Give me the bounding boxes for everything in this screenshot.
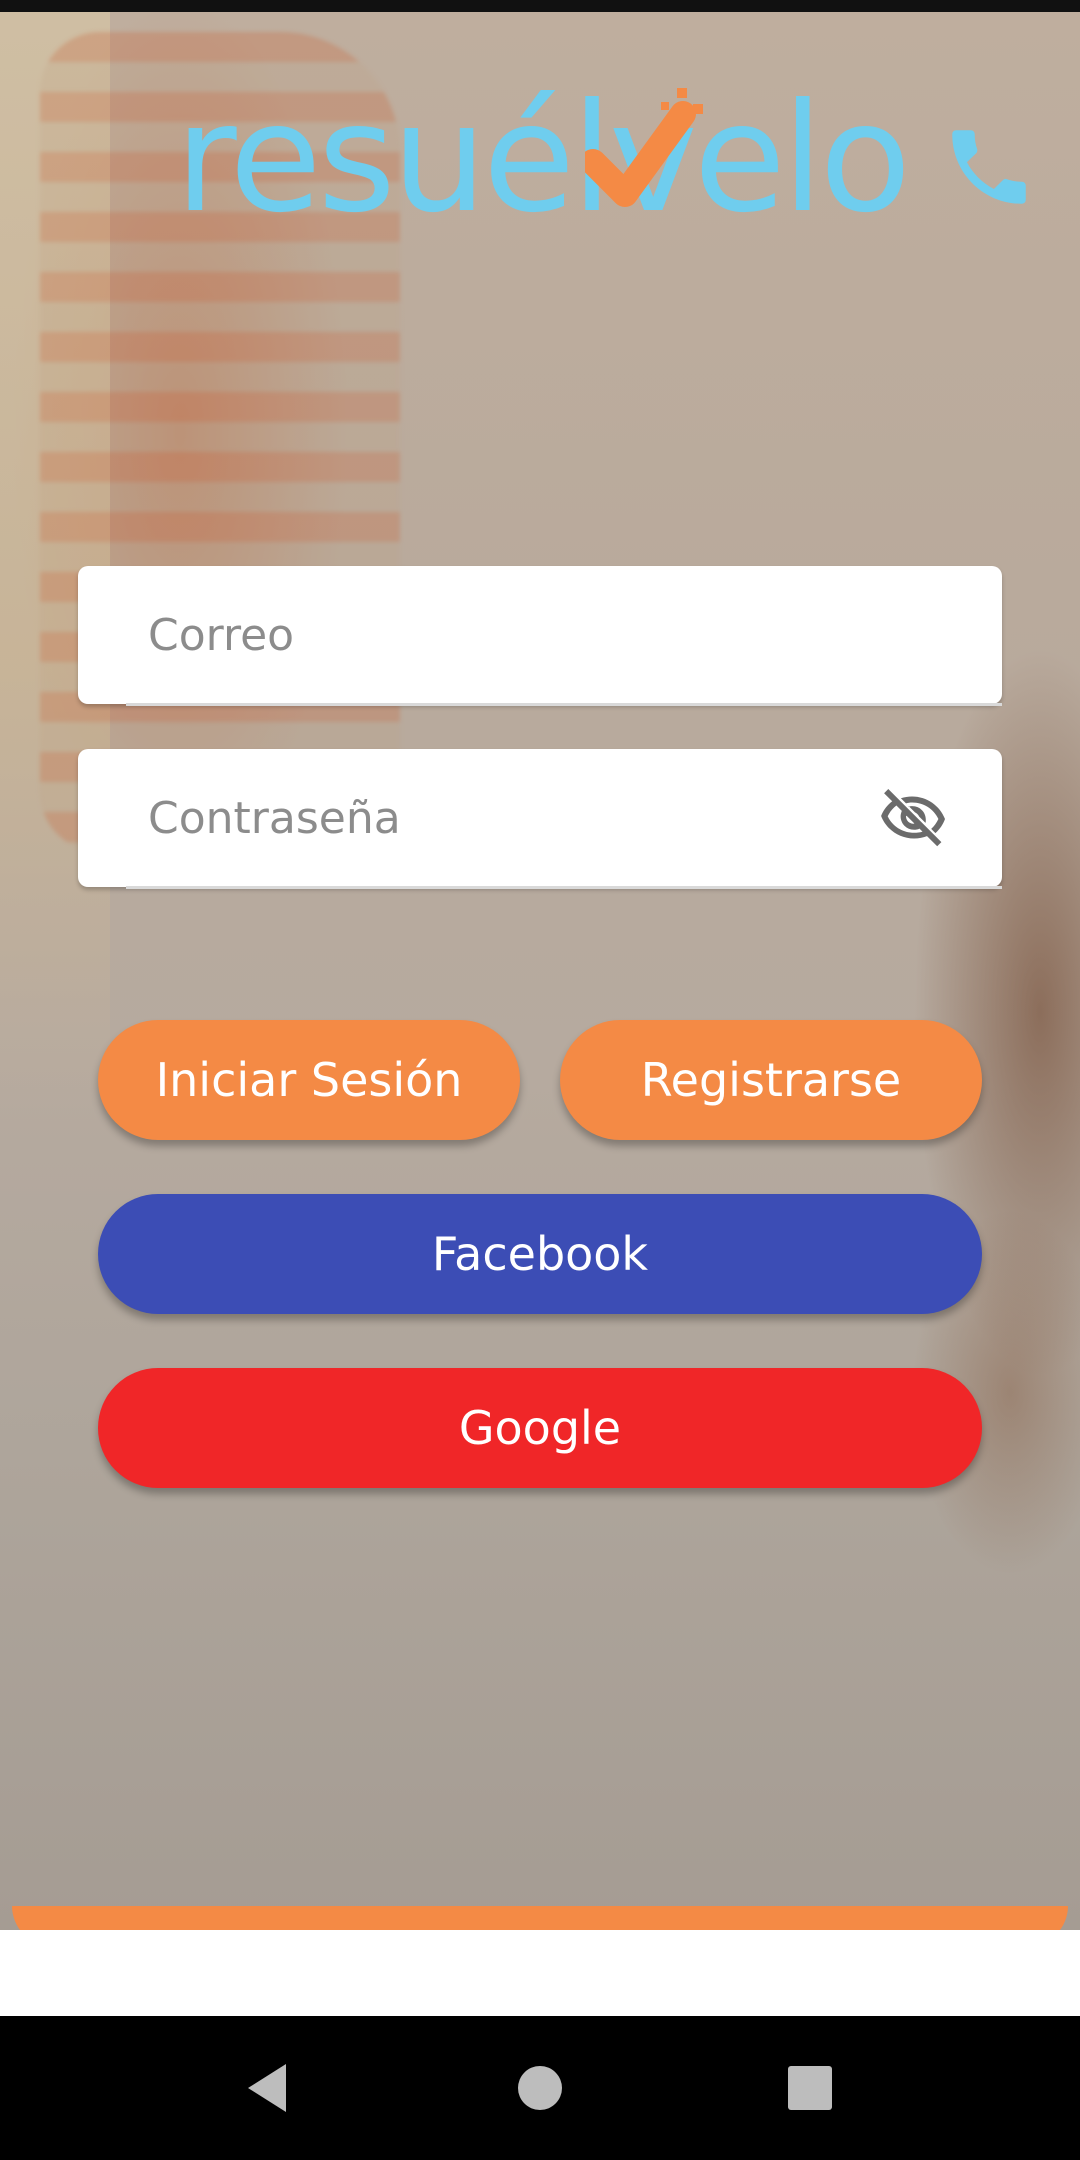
- email-field[interactable]: [78, 566, 1002, 706]
- status-bar: [0, 0, 1080, 12]
- logo-check-icon: [585, 88, 703, 207]
- login-button[interactable]: Iniciar Sesión: [98, 1020, 520, 1140]
- bottom-white-area: [0, 1930, 1080, 2016]
- password-field[interactable]: [78, 749, 1002, 889]
- google-login-button[interactable]: Google: [98, 1368, 982, 1488]
- logo-text: resuélvelo: [175, 72, 911, 246]
- back-triangle-icon[interactable]: [240, 2058, 300, 2118]
- register-button[interactable]: Registrarse: [560, 1020, 982, 1140]
- phone-icon[interactable]: [940, 118, 1038, 216]
- home-circle-icon[interactable]: [510, 2058, 570, 2118]
- password-underline: [126, 886, 1002, 889]
- email-input[interactable]: [148, 566, 908, 704]
- facebook-login-button[interactable]: Facebook: [98, 1194, 982, 1314]
- eye-off-icon[interactable]: [876, 783, 948, 855]
- recent-square-icon[interactable]: [780, 2058, 840, 2118]
- email-underline: [126, 703, 1002, 706]
- password-input[interactable]: [148, 749, 908, 887]
- app-logo: resuélvelo: [175, 84, 915, 234]
- system-nav-bar: [0, 2016, 1080, 2160]
- background-photo: [0, 12, 1080, 1930]
